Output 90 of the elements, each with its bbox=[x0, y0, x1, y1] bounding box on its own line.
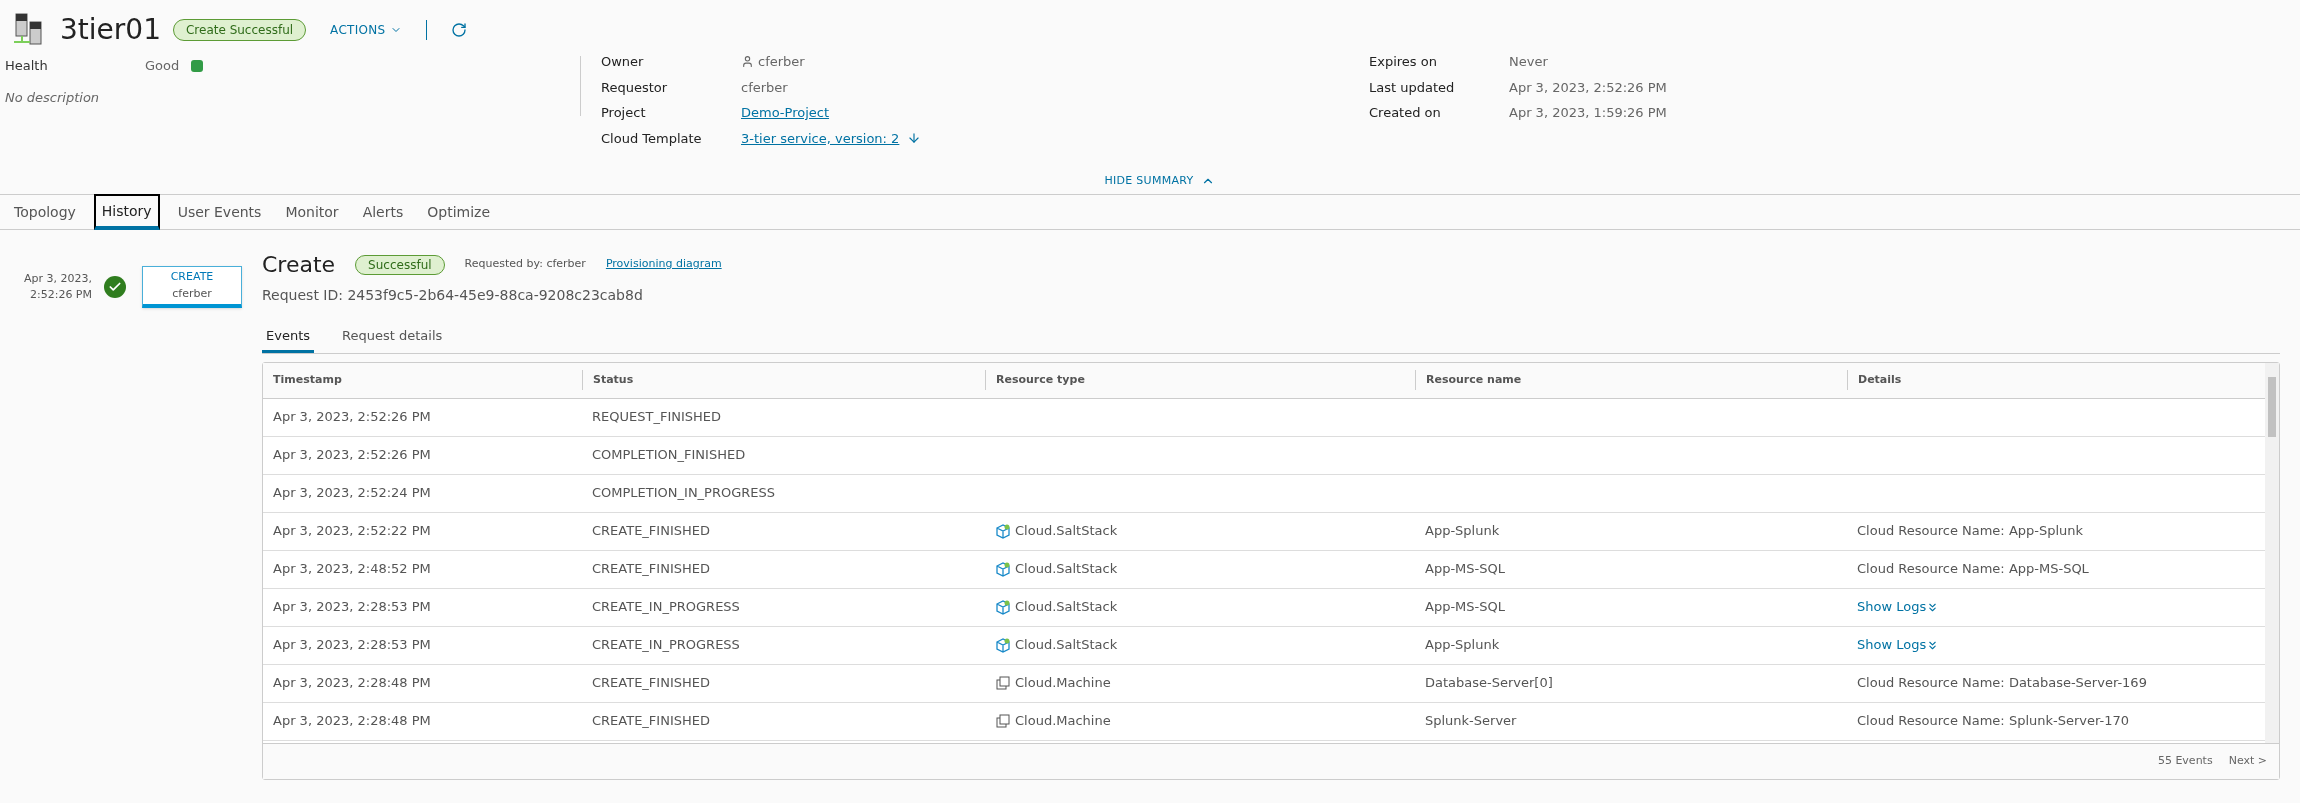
table-cell-text: CREATE_FINISHED bbox=[591, 674, 711, 693]
table-cell-text: CREATE_IN_PROGRESS bbox=[591, 636, 741, 655]
tab[interactable]: Monitor bbox=[279, 195, 345, 229]
timeline-event-card[interactable]: CREATE cferber bbox=[142, 266, 242, 308]
event-time: 2:52:26 PM bbox=[28, 287, 92, 303]
subtab[interactable]: Request details bbox=[338, 326, 447, 353]
table-cell-text: Cloud.SaltStack bbox=[1015, 560, 1118, 579]
table-cell-text: CREATE_FINISHED bbox=[591, 560, 711, 579]
field-label: Created on bbox=[1369, 104, 1442, 122]
cube-icon bbox=[995, 637, 1011, 653]
success-check-icon bbox=[104, 276, 126, 298]
table-cell: Cloud Resource Name: App-MS-SQL bbox=[1857, 561, 2089, 577]
cube-icon bbox=[995, 599, 1011, 615]
field-link[interactable]: 3-tier service, version: 2 bbox=[741, 128, 900, 148]
table-cell-text: Apr 3, 2023, 2:52:22 PM bbox=[272, 522, 432, 541]
table-cell: App-MS-SQL bbox=[1425, 561, 1505, 577]
table-cell-text: Cloud.SaltStack bbox=[1015, 522, 1118, 541]
cube-icon bbox=[995, 523, 1011, 539]
health-value: Good bbox=[145, 57, 180, 75]
column-header: Details bbox=[1858, 371, 1902, 388]
event-date: Apr 3, 2023, bbox=[23, 270, 92, 287]
tab[interactable]: History bbox=[93, 194, 160, 230]
column-header: Resource name bbox=[1426, 371, 1522, 388]
field-link[interactable]: Demo-Project bbox=[741, 103, 830, 123]
field-label: Expires on bbox=[1369, 53, 1438, 71]
table-cell: Database-Server[0] bbox=[1425, 675, 1553, 691]
table-cell-text: Apr 3, 2023, 2:48:52 PM bbox=[272, 560, 432, 579]
show-logs-link[interactable]: Show Logs bbox=[1857, 597, 1940, 617]
show-logs-link[interactable]: Show Logs bbox=[1857, 635, 1940, 655]
tab[interactable]: Optimize bbox=[421, 195, 497, 229]
table-cell-text: Cloud.SaltStack bbox=[1015, 598, 1118, 617]
request-title: Create bbox=[262, 251, 336, 279]
table-cell-text: Cloud.Machine bbox=[1015, 674, 1111, 693]
status-badge: Successful bbox=[355, 254, 445, 275]
subtab[interactable]: Events bbox=[262, 326, 314, 353]
actions-button[interactable]: ACTIONS bbox=[330, 21, 402, 39]
table-cell: Cloud Resource Name: Splunk-Server-170 bbox=[1857, 713, 2129, 729]
hide-summary-button[interactable]: HIDE SUMMARY bbox=[1104, 170, 1216, 192]
table-cell-text: Apr 3, 2023, 2:28:48 PM bbox=[272, 674, 432, 693]
field-value: cferber bbox=[758, 53, 805, 71]
tab[interactable]: User Events bbox=[171, 195, 268, 229]
page-title: 3tier01 bbox=[60, 12, 161, 48]
next-page-button[interactable]: Next > bbox=[2228, 752, 2267, 770]
field-label: Cloud Template bbox=[601, 129, 703, 148]
table-cell-text: Apr 3, 2023, 2:52:24 PM bbox=[272, 484, 432, 503]
field-label: Project bbox=[601, 104, 647, 122]
field-value: Never bbox=[1509, 53, 1548, 71]
requested-by: Requested by: cferber bbox=[464, 256, 586, 273]
field-label: Owner bbox=[601, 53, 645, 71]
table-cell-text: CREATE_FINISHED bbox=[591, 712, 711, 731]
table-cell: App-MS-SQL bbox=[1425, 599, 1505, 615]
table-cell-text: Apr 3, 2023, 2:28:53 PM bbox=[272, 636, 432, 655]
scrollbar[interactable] bbox=[2265, 362, 2279, 743]
machine-icon bbox=[995, 713, 1011, 729]
machine-icon bbox=[995, 675, 1011, 691]
description: No description bbox=[5, 88, 101, 107]
tab[interactable]: Topology bbox=[8, 195, 82, 229]
table-cell-text: Apr 3, 2023, 2:52:26 PM bbox=[272, 408, 432, 427]
table-cell: App-Splunk bbox=[1425, 637, 1500, 653]
status-badge: Create Successful bbox=[172, 19, 307, 41]
event-count: 55 Events bbox=[2157, 752, 2213, 769]
table-cell-text: Apr 3, 2023, 2:28:48 PM bbox=[272, 712, 432, 731]
tab[interactable]: Alerts bbox=[356, 195, 410, 229]
table-cell-text: REQUEST_FINISHED bbox=[591, 408, 723, 427]
table-cell-text: Apr 3, 2023, 2:28:53 PM bbox=[272, 598, 432, 617]
user-icon bbox=[741, 55, 754, 69]
table-cell-text: CREATE_FINISHED bbox=[591, 522, 711, 541]
field-value: Apr 3, 2023, 1:59:26 PM bbox=[1509, 104, 1667, 122]
column-header: Status bbox=[593, 371, 634, 388]
table-cell: Splunk-Server bbox=[1425, 713, 1517, 729]
refresh-icon[interactable] bbox=[450, 22, 467, 38]
column-header: Timestamp bbox=[273, 371, 342, 388]
provisioning-diagram-link[interactable]: Provisioning diagram bbox=[605, 256, 722, 273]
table-cell-text: Apr 3, 2023, 2:52:26 PM bbox=[272, 446, 432, 465]
table-cell: Cloud Resource Name: App-Splunk bbox=[1857, 523, 2084, 539]
field-value: cferber bbox=[741, 78, 788, 97]
field-value: Apr 3, 2023, 2:52:26 PM bbox=[1509, 78, 1667, 97]
table-cell-text: Cloud.Machine bbox=[1015, 712, 1111, 731]
health-label: Health bbox=[5, 57, 49, 75]
field-label: Last updated bbox=[1369, 78, 1456, 97]
table-cell-text: CREATE_IN_PROGRESS bbox=[591, 598, 741, 617]
table-cell-text: Cloud.SaltStack bbox=[1015, 636, 1118, 655]
table-cell: Cloud Resource Name: Database-Server-169 bbox=[1857, 675, 2147, 691]
table-cell: App-Splunk bbox=[1425, 523, 1500, 539]
request-id: Request ID: 2453f9c5-2b64-45e9-88ca-9208c23cab8d bbox=[262, 286, 644, 305]
field-label: Requestor bbox=[601, 78, 669, 97]
cube-icon bbox=[995, 561, 1011, 577]
table-cell-text: COMPLETION_FINISHED bbox=[591, 446, 747, 465]
table-cell-text: COMPLETION_IN_PROGRESS bbox=[591, 484, 777, 503]
column-header: Resource type bbox=[996, 371, 1085, 388]
